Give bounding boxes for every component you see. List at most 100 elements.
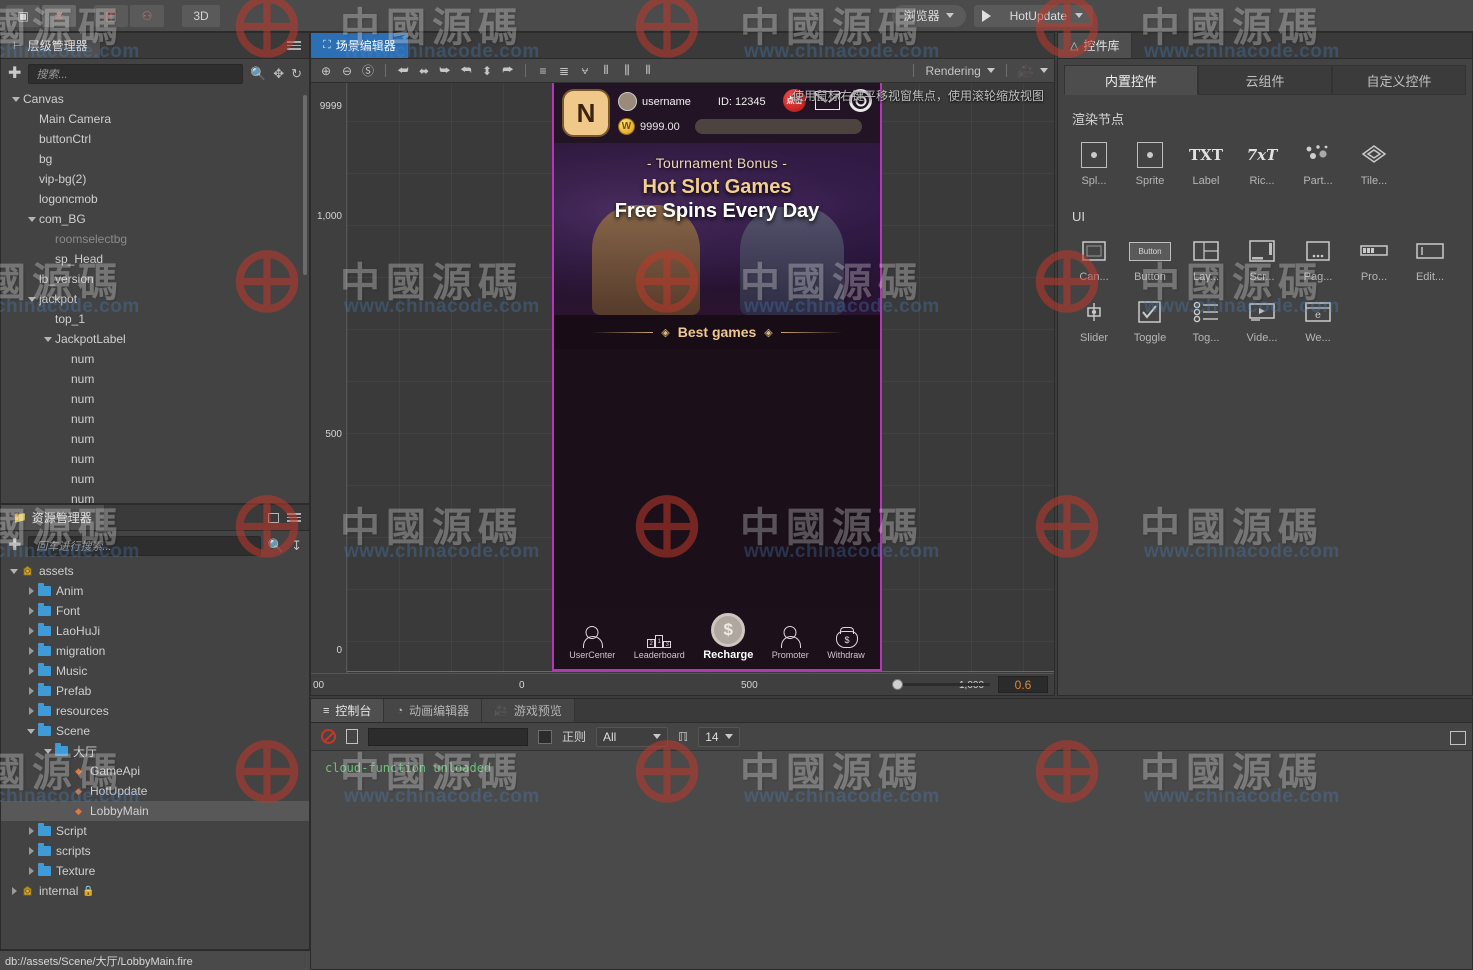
widget-item[interactable]: 7xTRic... (1234, 140, 1290, 187)
console-tab[interactable]: ◔动画编辑器 (384, 699, 482, 722)
widget-item[interactable]: Can... (1066, 236, 1122, 283)
hierarchy-tree[interactable]: CanvasMain CamerabuttonCtrlbgvip-bg(2)lo… (1, 89, 309, 503)
local-coord-button[interactable]: ◫ (94, 5, 128, 27)
search-icon[interactable]: 🔍 (268, 538, 284, 554)
gap-h-icon[interactable]: ⫴ (597, 62, 615, 80)
asset-node[interactable]: Anim (1, 581, 309, 601)
zoom-slider-knob[interactable] (892, 679, 903, 690)
toggle-3d-button[interactable]: 3D (182, 5, 220, 27)
widget-item[interactable]: Scr... (1234, 236, 1290, 283)
spacing-icon[interactable]: ⦀ (639, 62, 657, 80)
hierarchy-node[interactable]: com_BG (1, 209, 309, 229)
widget-item[interactable]: Edit... (1402, 236, 1458, 283)
widget-item[interactable]: Toggle (1122, 297, 1178, 344)
hierarchy-menu-icon[interactable] (287, 41, 301, 50)
widget-item[interactable]: Vide... (1234, 297, 1290, 344)
hierarchy-node[interactable]: Canvas (1, 89, 309, 109)
align-top-icon[interactable]: ⮪ (457, 62, 475, 80)
distribute-h-icon[interactable]: ≡ (534, 62, 552, 80)
console-filter-input[interactable] (368, 728, 528, 746)
hierarchy-node[interactable]: logoncmob (1, 189, 309, 209)
asset-node[interactable]: assets (1, 561, 309, 581)
zoom-fit-icon[interactable]: Ⓢ (359, 62, 377, 80)
regex-checkbox[interactable] (538, 730, 552, 744)
nav-item[interactable]: UserCenter (569, 618, 615, 660)
align-left-icon[interactable]: ⮨ (394, 62, 412, 80)
rendering-select-label[interactable]: Rendering (925, 64, 980, 78)
create-asset-button[interactable]: ✚ (8, 538, 21, 554)
hierarchy-node[interactable]: num (1, 349, 309, 369)
tab-widget-library[interactable]: △ 控件库 (1058, 33, 1132, 58)
widget-item[interactable]: Sprite (1122, 140, 1178, 187)
zoom-in-icon[interactable]: ⊕ (317, 62, 335, 80)
global-coord-button[interactable]: ⚇ (130, 5, 164, 27)
scene-canvas-area[interactable]: N username ID: 12345 W 9999.00 (347, 83, 1054, 673)
asset-node[interactable]: Music (1, 661, 309, 681)
hierarchy-node[interactable]: bg (1, 149, 309, 169)
asset-node[interactable]: Script (1, 821, 309, 841)
widget-item[interactable]: Part... (1290, 140, 1346, 187)
asset-node[interactable]: resources (1, 701, 309, 721)
hierarchy-node[interactable]: num (1, 369, 309, 389)
refresh-icon[interactable]: ↻ (291, 66, 302, 82)
distribute-edge-icon[interactable]: ⩝ (576, 62, 594, 80)
widget-item[interactable]: ButtonButton (1122, 236, 1178, 283)
zoom-slider[interactable] (894, 683, 990, 686)
font-size-select[interactable]: 14 (698, 727, 740, 747)
hierarchy-node[interactable]: num (1, 389, 309, 409)
asset-node[interactable]: internal🔒 (1, 881, 309, 901)
hierarchy-node[interactable]: lb_version (1, 269, 309, 289)
assets-menu-icon[interactable] (287, 513, 301, 522)
widget-item[interactable]: Pag... (1290, 236, 1346, 283)
hierarchy-node[interactable]: top_1 (1, 309, 309, 329)
widget-item[interactable]: Lay... (1178, 236, 1234, 283)
asset-node[interactable]: ◆LobbyMain (1, 801, 309, 821)
widget-item[interactable]: eWe... (1290, 297, 1346, 344)
widget-item[interactable]: TXTLabel (1178, 140, 1234, 187)
move-tool-button[interactable]: ▣ (6, 5, 40, 27)
log-level-select[interactable]: All (596, 727, 668, 747)
hierarchy-search-input[interactable]: 搜索... (28, 64, 243, 84)
scene-viewport[interactable]: 使用鼠标右键平移视窗焦点，使用滚轮缩放视图 N username ID: 123… (311, 83, 1054, 695)
asset-node[interactable]: Scene (1, 721, 309, 741)
camera-icon[interactable]: 🎥 (1018, 63, 1034, 79)
zoom-value[interactable]: 0.6 (998, 676, 1048, 693)
asset-node[interactable]: scripts (1, 841, 309, 861)
nav-item[interactable]: $Recharge (703, 617, 753, 661)
export-log-icon[interactable] (346, 729, 358, 744)
hierarchy-node[interactable]: Main Camera (1, 109, 309, 129)
maximize-console-button[interactable] (1450, 731, 1466, 745)
asset-node[interactable]: Font (1, 601, 309, 621)
align-middle-v-icon[interactable]: ⬍ (478, 62, 496, 80)
hierarchy-scrollbar[interactable] (303, 95, 307, 275)
widget-category-tab[interactable]: 云组件 (1198, 65, 1332, 95)
distribute-v-icon[interactable]: ≣ (555, 62, 573, 80)
hierarchy-node[interactable]: jackpot (1, 289, 309, 309)
widget-item[interactable]: Spl... (1066, 140, 1122, 187)
add-node-button[interactable]: ✚ (8, 66, 21, 82)
asset-node[interactable]: Prefab (1, 681, 309, 701)
widget-item[interactable]: Slider (1066, 297, 1122, 344)
hierarchy-node[interactable]: num (1, 409, 309, 429)
tab-hierarchy[interactable]: ⊢ 层级管理器 (1, 33, 101, 58)
play-button[interactable] (974, 5, 1000, 27)
hierarchy-node[interactable]: num (1, 449, 309, 469)
zoom-out-icon[interactable]: ⊖ (338, 62, 356, 80)
align-bottom-icon[interactable]: ⮫ (499, 62, 517, 80)
align-center-h-icon[interactable]: ⬌ (415, 62, 433, 80)
asset-node[interactable]: ◆GameApi (1, 761, 309, 781)
assets-search-input[interactable]: 回车进行搜索... (28, 536, 261, 556)
hierarchy-node[interactable]: num (1, 469, 309, 489)
tab-assets[interactable]: 📁 资源管理器 (1, 505, 105, 530)
console-tab[interactable]: 🎥游戏预览 (482, 699, 575, 722)
nav-item[interactable]: Promoter (772, 618, 809, 660)
hierarchy-node[interactable]: num (1, 489, 309, 503)
game-canvas-preview[interactable]: N username ID: 12345 W 9999.00 (552, 83, 882, 671)
hierarchy-node[interactable]: buttonCtrl (1, 129, 309, 149)
widget-item[interactable]: Pro... (1346, 236, 1402, 283)
hierarchy-node[interactable]: num (1, 429, 309, 449)
asset-node[interactable]: 大厅 (1, 741, 309, 761)
popout-icon[interactable] (268, 513, 279, 523)
hierarchy-node[interactable]: JackpotLabel (1, 329, 309, 349)
clear-console-button[interactable] (321, 729, 336, 744)
